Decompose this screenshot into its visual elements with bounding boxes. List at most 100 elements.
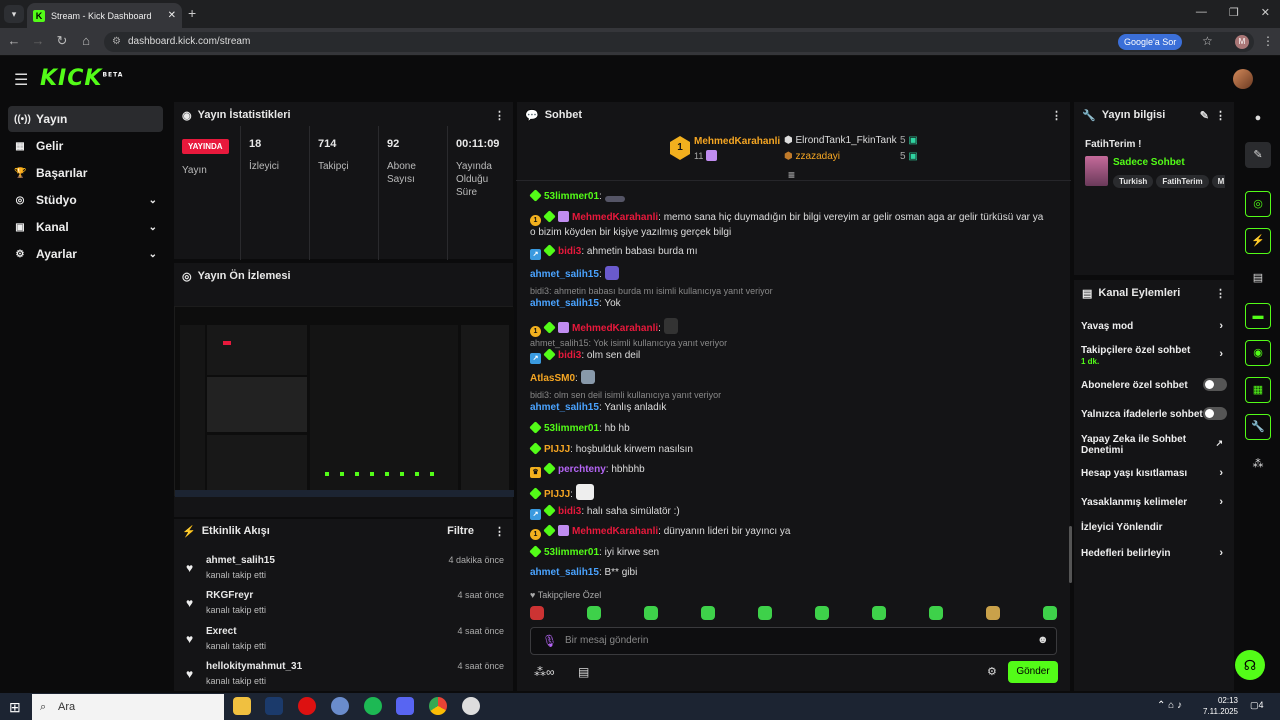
obs-icon[interactable] xyxy=(462,697,480,715)
site-info-icon[interactable]: ⚙ xyxy=(112,32,121,52)
app-icon[interactable] xyxy=(331,697,349,715)
category-thumbnail[interactable] xyxy=(1085,156,1108,186)
discord-icon[interactable] xyxy=(396,697,414,715)
wrench-icon: 🔧 xyxy=(1082,109,1096,122)
support-headset-icon[interactable]: ☊ xyxy=(1235,650,1265,680)
apps-icon[interactable]: ⁂ xyxy=(1245,451,1271,477)
emoji-icon[interactable]: ☻ xyxy=(1037,634,1049,646)
lightning-icon[interactable]: ⚡ xyxy=(1245,228,1271,254)
browser-profile-avatar[interactable]: M xyxy=(1235,35,1249,49)
store-icon[interactable]: ▤ xyxy=(578,665,589,679)
action-account-age[interactable]: Hesap yaşı kısıtlaması › xyxy=(1081,468,1227,480)
verified-badge-icon xyxy=(529,487,542,500)
chat-input[interactable]: Bir mesaj gönderin xyxy=(530,627,1057,655)
emote-button[interactable] xyxy=(530,606,544,620)
action-banned-words[interactable]: Yasaklanmış kelimeler › xyxy=(1081,497,1227,509)
more-options-icon[interactable]: ⋮ xyxy=(494,109,505,122)
wrench-icon[interactable]: 🔧 xyxy=(1245,414,1271,440)
chat-message: 53limmer01: iyi kirwe sen xyxy=(529,545,1050,560)
subs-only-toggle[interactable] xyxy=(1203,378,1227,391)
chat-scrollbar[interactable] xyxy=(1069,526,1072,583)
bookmark-star-icon[interactable]: ☆ xyxy=(1202,34,1213,48)
stream-info-panel: 🔧 Yayın bilgisi ✎ ⋮ xyxy=(1073,101,1235,276)
chat-bubble-icon[interactable]: ▬ xyxy=(1245,303,1271,329)
notification-icon[interactable]: ▢4 xyxy=(1250,700,1264,711)
hamburger-menu-icon[interactable]: ☰ xyxy=(14,70,28,90)
url-field[interactable]: ⚙ dashboard.kick.com/stream xyxy=(104,32,1254,52)
emote-button[interactable] xyxy=(758,606,772,620)
sidebar-item-gelir[interactable]: ▦ Gelir xyxy=(8,133,163,159)
reply-context[interactable]: ahmet_salih15: Yok isimli kullanıcıya ya… xyxy=(530,338,727,348)
kick-logo[interactable]: KICKBETA xyxy=(40,66,123,91)
taskbar-search[interactable]: ⌕ Ara xyxy=(32,694,224,720)
restore-icon[interactable]: ❐ xyxy=(1229,6,1239,19)
close-tab-icon[interactable]: ✕ xyxy=(168,10,176,21)
emote-button[interactable] xyxy=(701,606,715,620)
back-icon[interactable]: ← xyxy=(6,33,22,48)
steam-icon[interactable] xyxy=(265,697,283,715)
close-window-icon[interactable]: ✕ xyxy=(1261,6,1270,19)
browser-tab[interactable]: K Stream - Kick Dashboard ✕ xyxy=(27,3,182,28)
capture-icon[interactable]: ◎ xyxy=(1245,191,1271,217)
tab-list-dropdown-icon[interactable]: ▾ xyxy=(4,5,24,23)
sidebar-item-basarilar[interactable]: 🏆 Başarılar xyxy=(8,160,163,186)
more-options-icon[interactable]: ⋮ xyxy=(1215,109,1226,122)
browser-menu-icon[interactable]: ⋮ xyxy=(1262,34,1274,48)
tray-icons[interactable]: ⌃ ⌂ ♪ xyxy=(1157,700,1182,711)
action-goals[interactable]: Hedefleri belirleyin › xyxy=(1081,548,1227,560)
reply-context[interactable]: bidi3: ahmetin babası burda mı isimli ku… xyxy=(530,286,773,296)
sidebar-item-ayarlar[interactable]: ⚙ Ayarlar ⌄ xyxy=(8,241,163,267)
emote-button[interactable] xyxy=(815,606,829,620)
more-options-icon[interactable]: ⋮ xyxy=(494,525,505,538)
chat-message: ahmet_salih15: Yok xyxy=(530,298,621,309)
points-infinity-icon[interactable]: ⁂∞ xyxy=(534,665,555,679)
opera-icon[interactable] xyxy=(298,697,316,715)
sidebar-item-yayin[interactable]: ((•)) Yayın xyxy=(8,106,163,132)
reload-icon[interactable]: ↻ xyxy=(54,33,70,49)
microphone-icon[interactable]: 🎙 xyxy=(542,634,557,648)
action-followers-only[interactable]: Takipçilere özel sohbet 1 dk. › xyxy=(1081,345,1227,367)
stream-preview-video[interactable] xyxy=(174,306,514,497)
forward-icon[interactable]: → xyxy=(30,33,46,48)
edit-icon[interactable]: ✎ xyxy=(1200,109,1209,122)
send-button[interactable]: Gönder xyxy=(1008,661,1058,683)
top-gifter-name[interactable]: MehmedKarahanli xyxy=(694,136,780,147)
windows-start-icon[interactable]: ⊞ xyxy=(9,699,21,716)
emote-button[interactable] xyxy=(872,606,886,620)
new-tab-icon[interactable]: + xyxy=(188,5,196,21)
emote-button[interactable] xyxy=(587,606,601,620)
emote-button[interactable] xyxy=(929,606,943,620)
gifter-badge-icon: 1 xyxy=(530,215,541,226)
stack-icon[interactable]: ▤ xyxy=(1245,265,1271,291)
layout-icon[interactable]: ▦ xyxy=(1245,377,1271,403)
sidebar-item-kanal[interactable]: ▣ Kanal ⌄ xyxy=(8,214,163,240)
emote-only-toggle[interactable] xyxy=(1203,407,1227,420)
file-explorer-icon[interactable] xyxy=(233,697,251,715)
minimize-icon[interactable]: — xyxy=(1196,6,1207,19)
chat-settings-icon[interactable]: ⚙ xyxy=(987,665,997,678)
emote-button[interactable] xyxy=(1043,606,1057,620)
emote-button[interactable] xyxy=(644,606,658,620)
filter-button[interactable]: Filtre xyxy=(447,525,474,537)
gear-icon: ⚙ xyxy=(15,248,25,260)
taskbar-clock[interactable]: 02:13 7.11.2025 xyxy=(1203,695,1238,717)
action-slow-mode[interactable]: Yavaş mod › xyxy=(1081,321,1227,333)
url-text: dashboard.kick.com/stream xyxy=(128,36,251,47)
sidebar-item-studyo[interactable]: ◎ Stüdyo ⌄ xyxy=(8,187,163,213)
chrome-icon[interactable] xyxy=(429,697,447,715)
info-icon[interactable]: ● xyxy=(1245,105,1271,131)
chat-message: PIJJJ: xyxy=(529,484,1050,502)
action-host[interactable]: İzleyici Yönlendir xyxy=(1081,522,1227,533)
google-ask-button[interactable]: Google'a Sor xyxy=(1118,34,1183,50)
pencil-icon[interactable]: ✎ xyxy=(1245,142,1271,168)
spotify-icon[interactable] xyxy=(364,697,382,715)
more-options-icon[interactable]: ⋮ xyxy=(1215,287,1226,300)
more-options-icon[interactable]: ⋮ xyxy=(1051,109,1062,122)
action-ai-moderation[interactable]: Yapay Zeka ile Sohbet Denetimi ↗ xyxy=(1081,434,1223,456)
user-avatar[interactable] xyxy=(1233,69,1253,89)
emote-button[interactable] xyxy=(986,606,1000,620)
broadcast-icon[interactable]: ◉ xyxy=(1245,340,1271,366)
home-icon[interactable]: ⌂ xyxy=(78,33,94,48)
category-link[interactable]: Sadece Sohbet xyxy=(1113,157,1185,168)
reply-context[interactable]: bidi3: olm sen deil isimli kullanıcıya y… xyxy=(530,390,721,400)
